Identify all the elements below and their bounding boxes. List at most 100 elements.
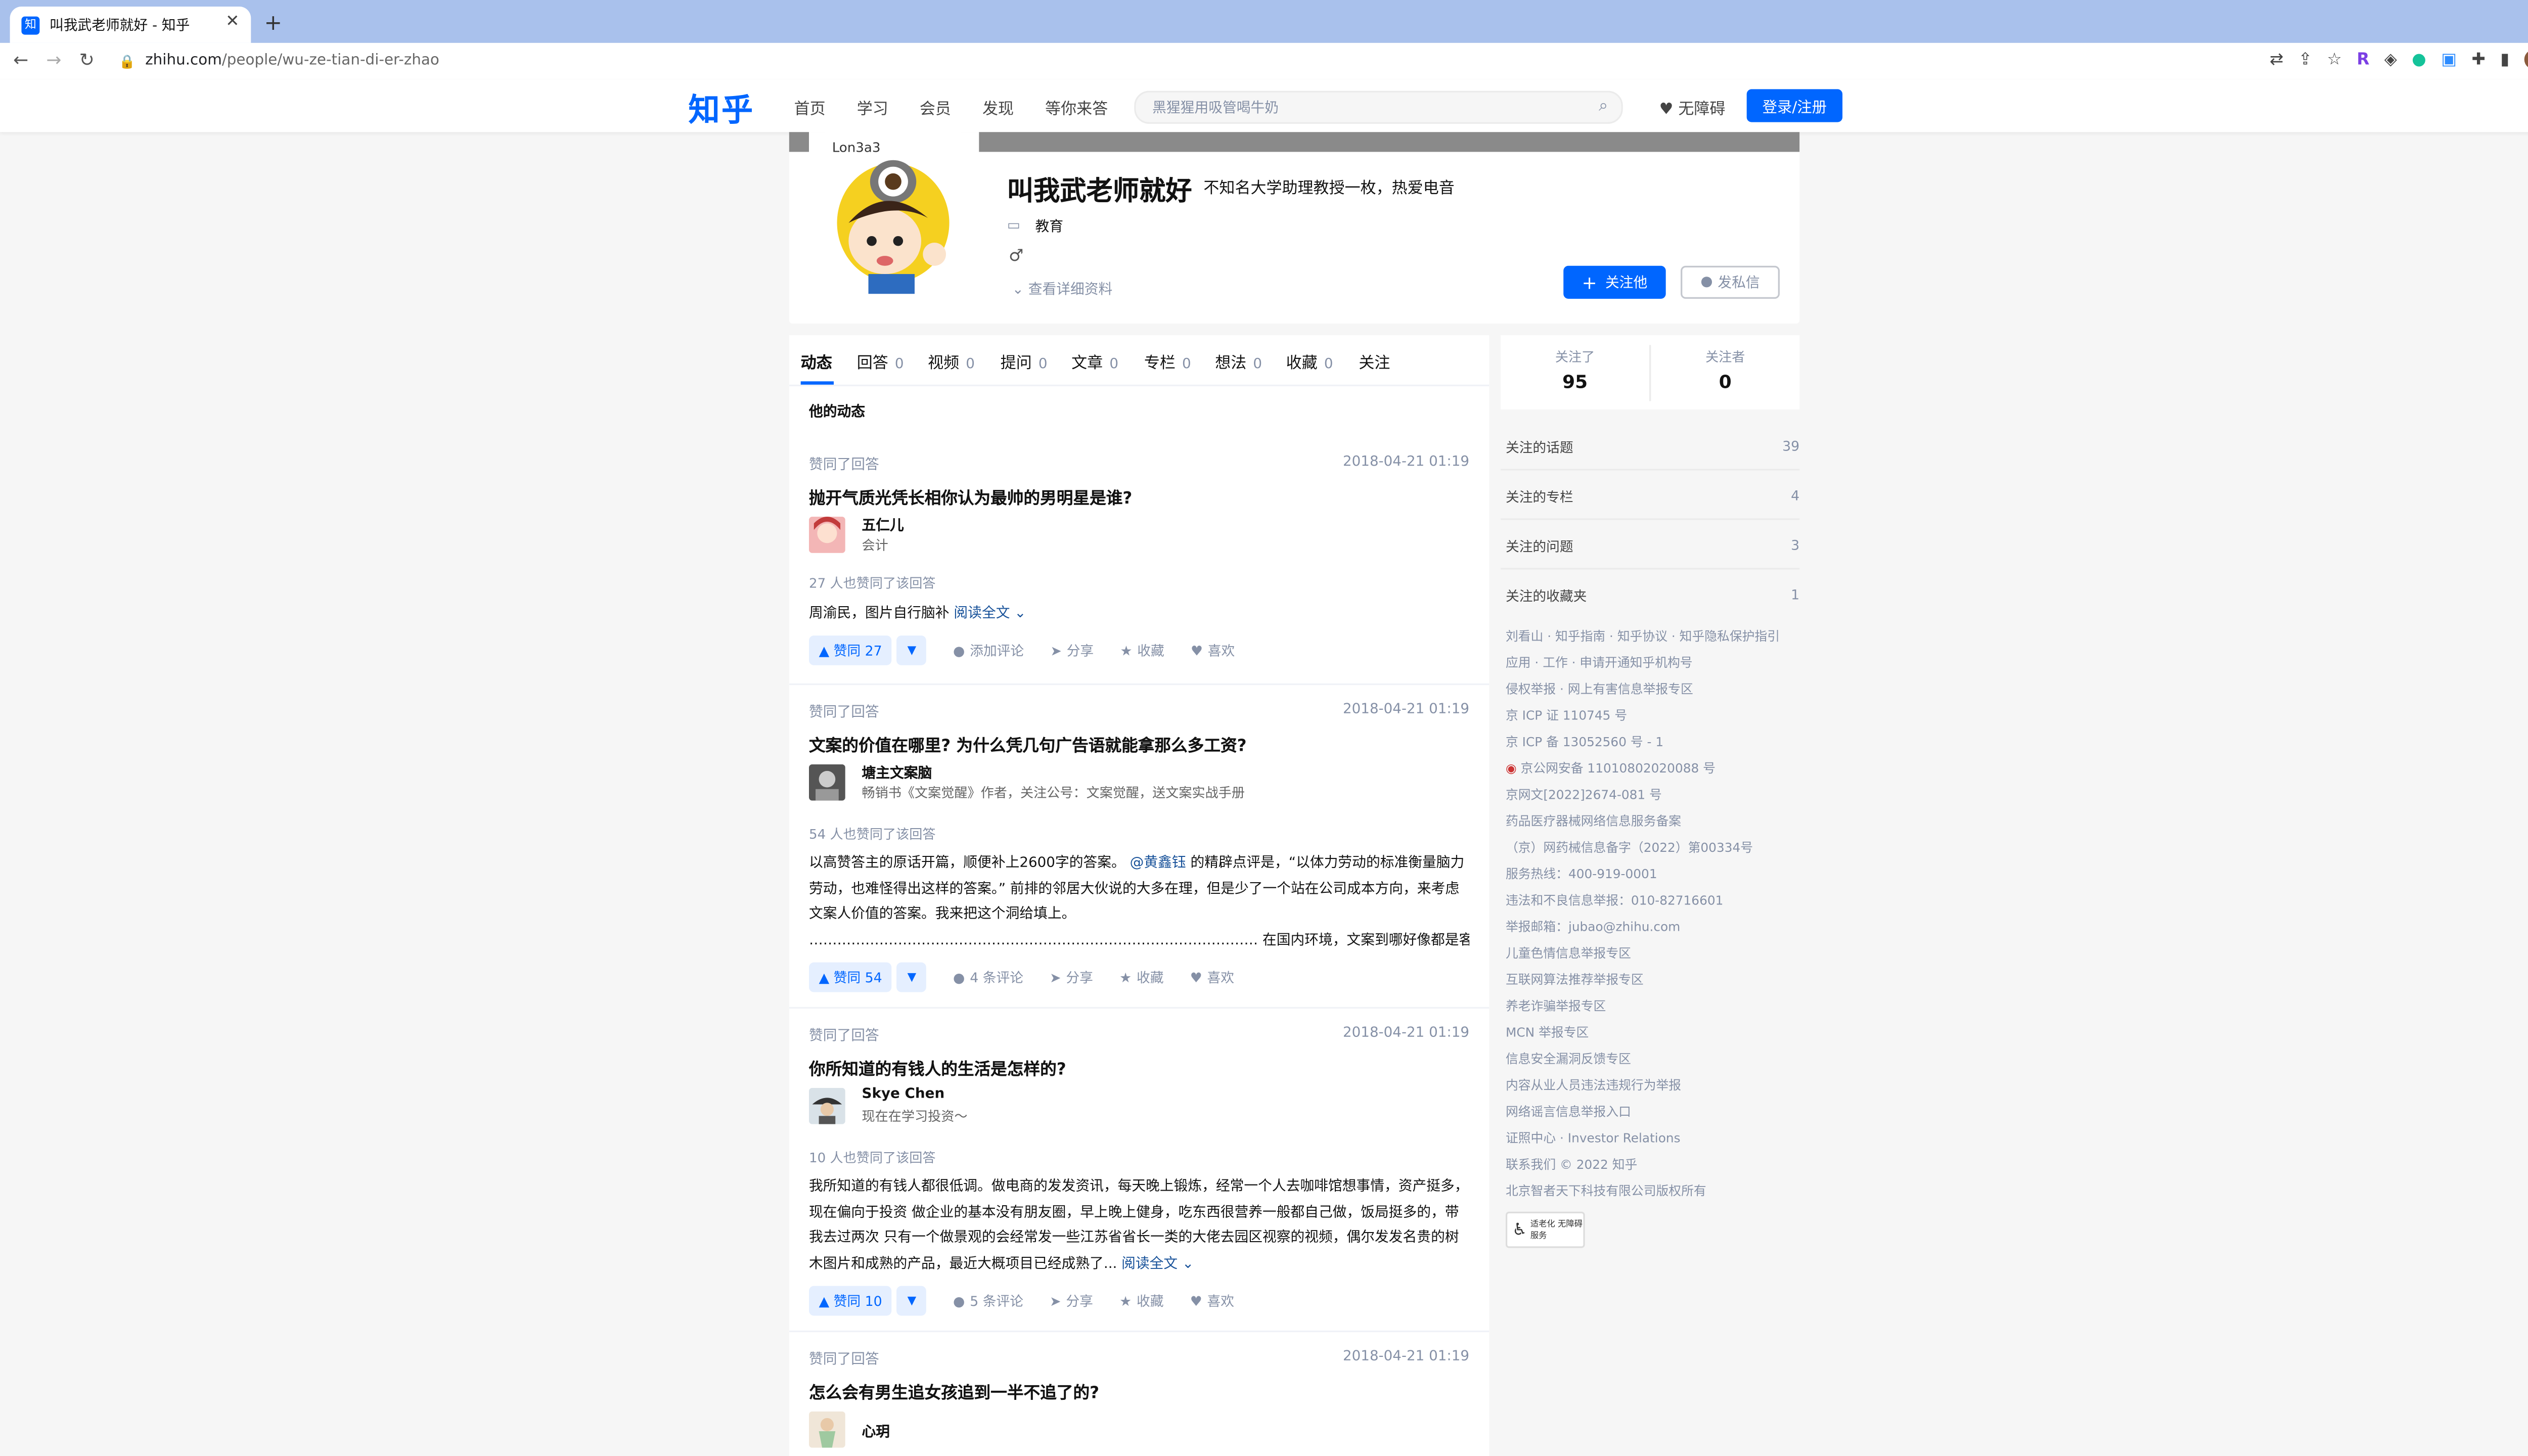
tab-thoughts[interactable]: 想法 0 xyxy=(1215,350,1262,373)
avatar[interactable]: Lon3a3 xyxy=(819,132,968,297)
footer-link[interactable]: 京网文[2022]2674-081 号 xyxy=(1506,783,1803,809)
tab-following[interactable]: 关注 xyxy=(1359,350,1390,373)
like-button[interactable]: ♥ 喜欢 xyxy=(1190,1291,1234,1310)
collect-button[interactable]: ★ 收藏 xyxy=(1119,967,1163,987)
sidebar-item-columns[interactable]: 关注的专栏 4 xyxy=(1501,471,1800,520)
author-name[interactable]: 五仁儿 xyxy=(862,515,904,535)
tab-questions[interactable]: 提问 0 xyxy=(1001,350,1048,373)
avatar[interactable] xyxy=(809,517,845,553)
tab-columns[interactable]: 专栏 0 xyxy=(1144,350,1191,373)
url-field[interactable]: 🔒 zhihu.com /people/wu-ze-tian-di-er-zha… xyxy=(109,48,2322,74)
collect-button[interactable]: ★ 收藏 xyxy=(1119,1291,1163,1310)
nav-learn[interactable]: 学习 xyxy=(857,96,888,119)
footer-link[interactable]: 信息安全漏洞反馈专区 xyxy=(1506,1046,1803,1073)
sidebar-item-topics[interactable]: 关注的话题 39 xyxy=(1501,421,1800,471)
share-button[interactable]: ➤ 分享 xyxy=(1050,967,1093,987)
question-title[interactable]: 抛开气质光凭长相你认为最帅的男明星是谁? xyxy=(809,484,1132,509)
collect-button[interactable]: ★ 收藏 xyxy=(1120,641,1164,660)
sidebar-icon[interactable]: ▮ xyxy=(2500,51,2509,69)
sidebar-item-collections[interactable]: 关注的收藏夹 1 xyxy=(1501,570,1799,618)
footer-link[interactable]: 内容从业人员违法违规行为举报 xyxy=(1506,1073,1803,1099)
follow-button[interactable]: + 关注他 xyxy=(1563,265,1666,299)
footer-link[interactable]: 京 ICP 备 13052560 号 - 1 xyxy=(1506,730,1803,756)
search-input[interactable]: 黑猩猩用吸管喝牛奶 ⌕ xyxy=(1134,90,1623,124)
tab-answers[interactable]: 回答 0 xyxy=(857,350,904,373)
search-icon[interactable]: ⌕ xyxy=(1599,98,1608,116)
comment-button[interactable]: ● 添加评论 xyxy=(953,641,1024,660)
footer-link[interactable]: 证照中心 · Investor Relations xyxy=(1506,1126,1803,1152)
footer-link[interactable]: 侵权举报 · 网上有害信息举报专区 xyxy=(1506,677,1803,703)
question-title[interactable]: 你所知道的有钱人的生活是怎样的? xyxy=(809,1055,1066,1080)
close-icon[interactable]: ✕ xyxy=(225,13,239,31)
footer-link[interactable]: 网络谣言信息举报入口 xyxy=(1506,1100,1803,1126)
profile-avatar-icon[interactable]: M xyxy=(2524,49,2528,70)
comment-button[interactable]: ● 4 条评论 xyxy=(953,967,1023,987)
question-title[interactable]: 怎么会有男生追女孩追到一半不追了的? xyxy=(809,1379,1099,1403)
nav-waiting[interactable]: 等你来答 xyxy=(1045,96,1108,119)
extension-r-icon[interactable]: R xyxy=(2357,51,2369,69)
tab-collections[interactable]: 收藏 0 xyxy=(1286,350,1333,373)
followers-stat[interactable]: 关注者 0 xyxy=(1651,348,1799,393)
downvote-button[interactable]: ▼ xyxy=(897,635,927,665)
footer-link[interactable]: 京 ICP 证 110745 号 xyxy=(1506,703,1803,730)
forward-icon[interactable]: → xyxy=(46,50,61,71)
footer-link[interactable]: 联系我们 © 2022 知乎 xyxy=(1506,1152,1803,1178)
tab-activity[interactable]: 动态 xyxy=(801,350,832,373)
zoom-icon[interactable]: ▣ xyxy=(2441,51,2457,69)
new-tab-icon[interactable]: + xyxy=(264,12,282,36)
upvote-button[interactable]: ▲ 赞同 54 xyxy=(809,962,892,992)
nav-vip[interactable]: 会员 xyxy=(920,96,951,119)
downvote-button[interactable]: ▼ xyxy=(897,962,927,992)
tab-videos[interactable]: 视频 0 xyxy=(928,350,975,373)
browser-tab[interactable]: 知 叫我武老师就好 - 知乎 ✕ xyxy=(10,7,251,43)
author-name[interactable]: 心玥 xyxy=(862,1421,890,1441)
author-name[interactable]: Skye Chen xyxy=(862,1086,944,1103)
upvote-button[interactable]: ▲ 赞同 10 xyxy=(809,1286,892,1316)
footer-link[interactable]: ◉ 京公网安备 11010802020088 号 xyxy=(1506,756,1803,783)
bookmark-star-icon[interactable]: ☆ xyxy=(2327,51,2342,69)
translate-icon[interactable]: ⇄ xyxy=(2270,51,2283,69)
footer-link[interactable]: 养老诈骗举报专区 xyxy=(1506,994,1803,1020)
nav-discover[interactable]: 发现 xyxy=(982,96,1014,119)
footer-link[interactable]: 儿童色情信息举报专区 xyxy=(1506,941,1803,967)
answer-excerpt[interactable]: 以高赞答主的原话开篇，顺便补上2600字的答案。 @黄鑫钰 的精辟点评是，“以体… xyxy=(809,852,1469,954)
zhihu-logo[interactable]: 知乎 xyxy=(689,86,755,130)
following-stat[interactable]: 关注了 95 xyxy=(1501,348,1649,393)
downvote-button[interactable]: ▼ xyxy=(897,1286,927,1316)
avatar[interactable] xyxy=(809,1087,845,1124)
footer-link[interactable]: 应用 · 工作 · 申请开通知乎机构号 xyxy=(1506,651,1803,677)
view-details-link[interactable]: ⌄ 查看详细资料 xyxy=(1012,279,1113,299)
answer-excerpt[interactable]: 我所知道的有钱人都很低调。做电商的发发资讯，每天晚上锻炼，经常一个人去咖啡馆想事… xyxy=(809,1175,1469,1278)
share-button[interactable]: ➤ 分享 xyxy=(1050,641,1094,660)
share-icon[interactable]: ⇪ xyxy=(2298,51,2312,69)
answer-excerpt[interactable]: 周渝民，图片自行脑补 阅读全文 ⌄ xyxy=(809,603,1469,628)
footer-link[interactable]: 刘看山 · 知乎指南 · 知乎协议 · 知乎隐私保护指引 xyxy=(1506,624,1803,650)
question-title[interactable]: 文案的价值在哪里? 为什么凭几句广告语就能拿那么多工资? xyxy=(809,732,1247,756)
reload-icon[interactable]: ↻ xyxy=(79,50,95,71)
footer-link[interactable]: 药品医疗器械网络信息服务备案 xyxy=(1506,809,1803,835)
like-button[interactable]: ♥ 喜欢 xyxy=(1191,641,1235,660)
read-more-link[interactable]: 阅读全文 ⌄ xyxy=(1121,1255,1194,1272)
sidebar-item-questions[interactable]: 关注的问题 3 xyxy=(1501,520,1800,570)
comment-button[interactable]: ● 5 条评论 xyxy=(953,1291,1023,1310)
elderly-accessibility-badge[interactable]: ♿ 适老化 无障碍服务 xyxy=(1505,1211,1585,1248)
footer-link[interactable]: 互联网算法推荐举报专区 xyxy=(1506,967,1803,993)
accessibility-link[interactable]: ♥ 无障碍 xyxy=(1659,96,1726,119)
grammarly-icon[interactable]: ● xyxy=(2412,51,2426,69)
footer-link[interactable]: （京）网药械信息备字（2022）第00334号 xyxy=(1506,835,1803,861)
like-button[interactable]: ♥ 喜欢 xyxy=(1190,967,1234,987)
mention-link[interactable]: @黄鑫钰 xyxy=(1130,855,1186,872)
avatar[interactable] xyxy=(809,764,845,801)
author-name[interactable]: 塘主文案脑 xyxy=(862,763,932,783)
login-button[interactable]: 登录/注册 xyxy=(1746,89,1843,122)
extension-icon[interactable]: ◈ xyxy=(2384,51,2397,69)
puzzle-icon[interactable]: ✚ xyxy=(2471,51,2485,69)
nav-home[interactable]: 首页 xyxy=(794,96,826,119)
read-more-link[interactable]: 阅读全文 ⌄ xyxy=(954,606,1026,622)
avatar[interactable] xyxy=(809,1411,845,1448)
upvote-button[interactable]: ▲ 赞同 27 xyxy=(809,635,892,665)
share-button[interactable]: ➤ 分享 xyxy=(1050,1291,1093,1310)
tab-articles[interactable]: 文章 0 xyxy=(1071,350,1118,373)
back-icon[interactable]: ← xyxy=(13,50,28,71)
footer-link[interactable]: MCN 举报专区 xyxy=(1506,1020,1803,1046)
